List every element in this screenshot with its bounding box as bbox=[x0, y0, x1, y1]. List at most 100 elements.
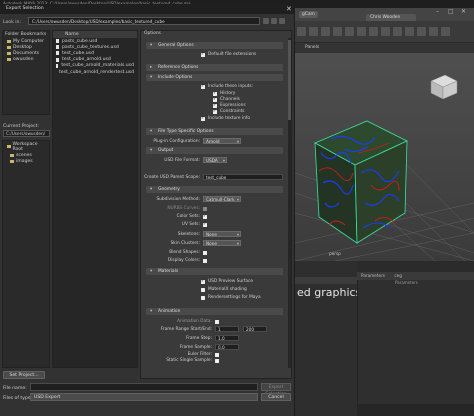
dialog-close-icon[interactable]: ✕ bbox=[286, 4, 292, 14]
section-reference-options[interactable]: Reference Options bbox=[146, 64, 283, 71]
frame-range-start-field[interactable]: 1 bbox=[215, 326, 239, 332]
folder-bookmarks-panel: Folder Bookmarks My Computer Desktop Doc… bbox=[2, 30, 50, 115]
folder-icon bbox=[7, 45, 11, 49]
viewport-panels-menu[interactable]: Panels bbox=[295, 43, 474, 53]
view-cube-icon[interactable] bbox=[430, 74, 458, 100]
file-item[interactable]: test_cube_arnold_rendertest.usd bbox=[53, 69, 137, 75]
tool-icon[interactable] bbox=[309, 27, 318, 36]
tool-icon[interactable] bbox=[405, 27, 414, 36]
usd-file-format-label: USD File Format: bbox=[164, 158, 200, 163]
subdivision-dropdown[interactable]: Catmull-Clark bbox=[203, 196, 241, 202]
frame-step-field[interactable]: 1.0 bbox=[215, 335, 239, 341]
materialx-checkbox[interactable] bbox=[201, 288, 205, 292]
usd-preview-surface-checkbox[interactable] bbox=[201, 279, 205, 284]
tool-icon[interactable] bbox=[333, 27, 342, 36]
frame-range-end-field[interactable]: 200 bbox=[243, 326, 267, 332]
default-file-ext-checkbox[interactable] bbox=[201, 52, 205, 57]
tool-icon[interactable] bbox=[441, 27, 450, 36]
animation-data-checkbox[interactable] bbox=[215, 320, 219, 324]
files-of-type-dropdown[interactable]: USD Export bbox=[30, 393, 258, 401]
frame-sample-label: Frame Sample: bbox=[179, 345, 212, 350]
tool-icon[interactable] bbox=[345, 27, 354, 36]
frame-step-label: Frame Step: bbox=[186, 336, 212, 341]
export-selection-button[interactable]: Export Selection bbox=[261, 383, 291, 397]
static-single-sample-label: Static Single Sample: bbox=[166, 358, 212, 363]
file-name: test_cube_arnold_rendertest.usd bbox=[59, 69, 135, 75]
project-tree-item[interactable]: Workspace Root bbox=[3, 141, 49, 152]
blend-shapes-checkbox[interactable] bbox=[203, 251, 207, 255]
section-include-options[interactable]: Include Options bbox=[146, 74, 283, 81]
section-geometry[interactable]: Geometry bbox=[146, 186, 283, 193]
static-single-sample-checkbox[interactable] bbox=[215, 359, 219, 363]
plugin-config-dropdown[interactable]: Arnold bbox=[203, 138, 241, 144]
set-project-button[interactable]: Set Project... bbox=[3, 371, 45, 379]
plugin-config-label: Plug-in Configuration: bbox=[153, 139, 200, 144]
tool-icon[interactable] bbox=[381, 27, 390, 36]
section-general-options[interactable]: General Options bbox=[146, 42, 283, 49]
tool-icon[interactable] bbox=[321, 27, 330, 36]
file-icon bbox=[56, 45, 59, 50]
tool-icon[interactable] bbox=[393, 27, 402, 36]
file-name-label: File name: bbox=[3, 386, 27, 391]
tool-icon[interactable] bbox=[417, 27, 426, 36]
viewport-scene bbox=[294, 74, 474, 262]
up-folder-icon[interactable] bbox=[271, 18, 277, 24]
section-animation[interactable]: Animation bbox=[146, 308, 283, 315]
section-materials[interactable]: Materials bbox=[146, 268, 283, 275]
uv-sets-checkbox[interactable] bbox=[203, 222, 207, 227]
tool-icon[interactable] bbox=[429, 27, 438, 36]
tool-icon[interactable] bbox=[369, 27, 378, 36]
rendersettings-checkbox[interactable] bbox=[201, 296, 205, 300]
file-name: test_cube_arnold_materials.usd bbox=[61, 63, 134, 69]
parent-scope-field[interactable]: test_cube bbox=[203, 174, 283, 180]
euler-filter-checkbox[interactable] bbox=[215, 353, 219, 357]
section-file-type-options[interactable]: File Type Specific Options bbox=[146, 128, 283, 135]
file-name: pasts_cube_textures.usd bbox=[62, 44, 119, 50]
frame-sample-field[interactable]: 0.0 bbox=[215, 344, 239, 350]
project-tree-item[interactable]: images bbox=[3, 158, 49, 164]
display-colors-checkbox[interactable] bbox=[203, 259, 207, 263]
tool-icon[interactable] bbox=[297, 27, 306, 36]
nurbs-curves-checkbox[interactable] bbox=[203, 207, 207, 211]
history-checkbox[interactable] bbox=[213, 91, 217, 96]
current-project-field[interactable]: C:/Users/owusden/ bbox=[3, 130, 50, 137]
bookmark-item[interactable]: owusden bbox=[3, 56, 49, 62]
skeletons-dropdown[interactable]: None bbox=[203, 231, 241, 237]
maximize-icon[interactable]: □ bbox=[448, 9, 454, 15]
usd-file-format-dropdown[interactable]: USDA bbox=[203, 157, 227, 163]
euler-filter-label: Euler Filter: bbox=[187, 352, 212, 357]
include-inputs-checkbox[interactable] bbox=[201, 84, 205, 89]
textured-cube[interactable] bbox=[314, 120, 408, 244]
file-list-header[interactable]: Name bbox=[53, 31, 137, 38]
timeline[interactable] bbox=[357, 404, 474, 416]
frame-range-label: Frame Range Start/End: bbox=[160, 327, 212, 332]
file-name-input[interactable] bbox=[30, 383, 258, 391]
section-output[interactable]: Output bbox=[146, 147, 283, 154]
minimize-icon[interactable]: – bbox=[436, 9, 439, 15]
expressions-checkbox[interactable] bbox=[213, 103, 217, 108]
file-name: test_cube_arnold.usd bbox=[62, 57, 111, 63]
look-in-path-field[interactable]: C:/Users/owusden/Desktop/USD/examples/ba… bbox=[28, 17, 260, 25]
color-sets-checkbox[interactable] bbox=[203, 214, 207, 219]
folder-icon bbox=[7, 57, 11, 61]
channels-checkbox[interactable] bbox=[213, 97, 217, 102]
tool-icon[interactable] bbox=[357, 27, 366, 36]
skeletons-label: Skeletons: bbox=[177, 232, 200, 237]
viewport[interactable] bbox=[294, 53, 474, 262]
workspace-chip[interactable]: gCam bbox=[299, 11, 318, 18]
animation-data-label: Animation Data: bbox=[177, 319, 212, 324]
close-window-icon[interactable]: ✕ bbox=[461, 9, 466, 15]
skin-clusters-dropdown[interactable]: None bbox=[203, 240, 241, 246]
project-tree: Workspace Root scenes images bbox=[2, 140, 50, 368]
cancel-button[interactable]: Cancel bbox=[261, 393, 291, 401]
back-icon[interactable] bbox=[263, 18, 269, 24]
new-folder-icon[interactable] bbox=[279, 18, 285, 24]
constraints-label: Constraints bbox=[220, 109, 245, 114]
constraints-checkbox[interactable] bbox=[213, 109, 217, 114]
attr-value[interactable]: ceg bbox=[394, 273, 402, 278]
options-scroll-thumb[interactable] bbox=[288, 40, 291, 120]
tree-label: scenes bbox=[16, 152, 32, 158]
texture-info-checkbox[interactable] bbox=[201, 116, 205, 121]
file-list: Name pasts_cube.usd pasts_cube_textures.… bbox=[52, 30, 138, 368]
file-item[interactable]: test_cube_arnold_materials.usd bbox=[53, 63, 137, 69]
